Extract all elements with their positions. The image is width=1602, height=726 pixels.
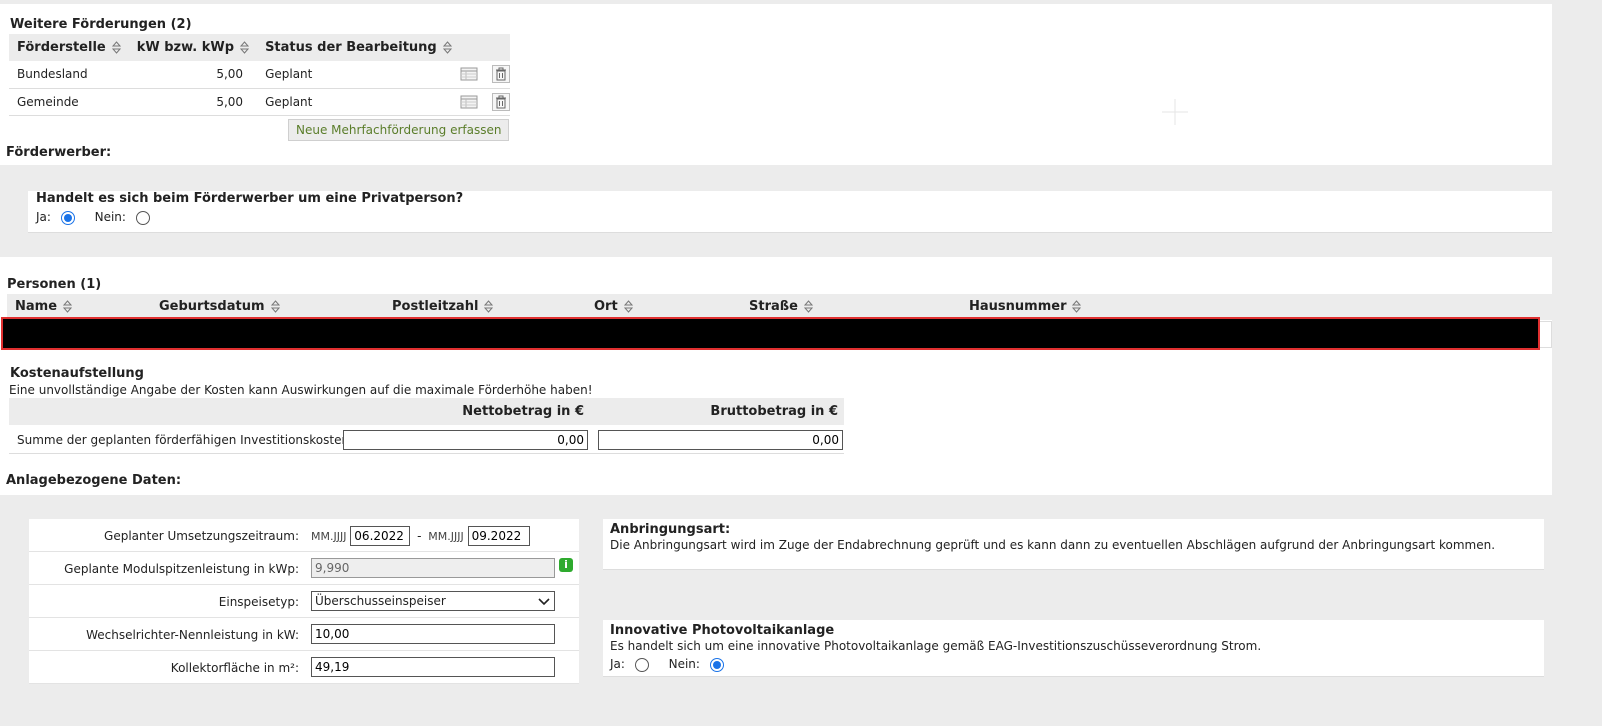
chevron-down-icon	[538, 596, 550, 610]
row-edge	[1540, 321, 1552, 348]
date-format-hint: MM.JJJJ	[311, 530, 347, 543]
date-to-input[interactable]	[467, 526, 530, 546]
modul-label: Geplante Modulspitzenleistung in kWp:	[64, 562, 299, 576]
modul-row: Geplante Modulspitzenleistung in kWp: i	[29, 552, 579, 585]
table-row: Bundesland 5,00 Geplant	[9, 61, 510, 89]
innovativ-text: Es handelt sich um eine innovative Photo…	[610, 639, 1262, 653]
privatperson-question: Handelt es sich beim Förderwerber um ein…	[36, 191, 464, 206]
wechsel-row: Wechselrichter-Nennleistung in kW:	[29, 618, 579, 651]
anbringung-box: Anbringungsart: Die Anbringungsart wird …	[603, 519, 1544, 570]
wechsel-label: Wechselrichter-Nennleistung in kW:	[86, 628, 299, 642]
privatperson-box: Handelt es sich beim Förderwerber um ein…	[28, 191, 1552, 233]
innovativ-ja-radio[interactable]	[634, 657, 649, 672]
date-format-hint: MM.JJJJ	[428, 530, 464, 543]
innovativ-title: Innovative Photovoltaikanlage	[610, 623, 835, 638]
col-brutto: Bruttobetrag in €	[710, 404, 838, 419]
einspeise-row: Einspeisetyp: Überschusseinspeiser	[29, 585, 579, 618]
col-postleitzahl[interactable]: Postleitzahl	[392, 299, 494, 314]
sort-icon	[1072, 300, 1082, 313]
ja-label: Ja:	[36, 210, 51, 224]
col-status[interactable]: Status der Bearbeitung	[257, 34, 460, 61]
sort-icon	[803, 300, 813, 313]
kosten-note: Eine unvollständige Angabe der Kosten ka…	[9, 383, 593, 397]
col-hausnummer[interactable]: Hausnummer	[969, 299, 1082, 314]
umsetzung-row: Geplanter Umsetzungszeitraum: MM.JJJJ - …	[29, 519, 579, 552]
edit-icon[interactable]	[460, 93, 478, 111]
personen-section	[0, 257, 1552, 495]
umsetzung-label: Geplanter Umsetzungszeitraum:	[104, 529, 299, 543]
kosten-header: Nettobetrag in € Bruttobetrag in €	[9, 398, 844, 425]
anbringung-title: Anbringungsart:	[610, 522, 731, 537]
anlage-form: Geplanter Umsetzungszeitraum: MM.JJJJ - …	[29, 519, 579, 684]
date-from-input[interactable]	[350, 526, 411, 546]
sort-icon	[240, 41, 250, 54]
sort-icon	[484, 300, 494, 313]
innovativ-nein-radio[interactable]	[709, 657, 724, 672]
edit-icon[interactable]	[460, 65, 478, 83]
sort-icon	[442, 41, 452, 54]
kosten-row-label: Summe der geplanten förderfähigen Invest…	[17, 433, 350, 447]
col-ort[interactable]: Ort	[594, 299, 633, 314]
date-separator: -	[417, 529, 422, 543]
privatperson-ja-radio[interactable]	[60, 210, 75, 225]
nein-label: Nein:	[94, 210, 126, 224]
col-actions	[459, 34, 510, 61]
info-icon[interactable]: i	[559, 558, 573, 572]
col-kw[interactable]: kW bzw. kWp	[128, 34, 258, 61]
kollektor-row: Kollektorfläche in m²:	[29, 651, 579, 684]
kosten-row: Summe der geplanten förderfähigen Invest…	[9, 426, 844, 454]
sort-icon	[63, 300, 73, 313]
delete-icon[interactable]	[491, 65, 510, 84]
weitere-title: Weitere Förderungen (2)	[10, 17, 192, 32]
weitere-table: Förderstelle kW bzw. kWp Status der Bear…	[9, 34, 510, 116]
ja-label: Ja:	[610, 657, 625, 671]
einspeise-select[interactable]: Überschusseinspeiser	[311, 591, 555, 611]
anlage-title: Anlagebezogene Daten:	[6, 473, 182, 488]
col-name[interactable]: Name	[15, 299, 73, 314]
redacted-person-row[interactable]	[1, 317, 1540, 350]
col-geburtsdatum[interactable]: Geburtsdatum	[159, 299, 280, 314]
personen-title: Personen (1)	[7, 277, 102, 292]
modul-input	[311, 558, 555, 578]
table-row: Gemeinde 5,00 Geplant	[9, 88, 510, 116]
netto-input[interactable]	[343, 430, 588, 450]
innovativ-box: Innovative Photovoltaikanlage Es handelt…	[603, 620, 1544, 677]
kosten-title: Kostenaufstellung	[10, 366, 144, 381]
sort-icon	[623, 300, 633, 313]
anbringung-text: Die Anbringungsart wird im Zuge der Enda…	[610, 538, 1496, 552]
sort-icon	[111, 41, 121, 54]
crosshair-icon	[1162, 99, 1188, 128]
einspeise-label: Einspeisetyp:	[218, 595, 299, 609]
nein-label: Nein:	[668, 657, 700, 671]
col-strasse[interactable]: Straße	[749, 299, 813, 314]
delete-icon[interactable]	[491, 92, 510, 111]
col-netto: Nettobetrag in €	[462, 404, 584, 419]
wechsel-input[interactable]	[311, 624, 555, 644]
kollektor-input[interactable]	[311, 657, 555, 677]
col-foerderstelle[interactable]: Förderstelle	[9, 34, 129, 61]
sort-icon	[270, 300, 280, 313]
brutto-input[interactable]	[598, 430, 843, 450]
kollektor-label: Kollektorfläche in m²:	[170, 661, 299, 675]
foerderwerber-title: Förderwerber:	[6, 145, 112, 160]
new-mehrfachfoerderung-button[interactable]: Neue Mehrfachförderung erfassen	[288, 119, 510, 141]
privatperson-nein-radio[interactable]	[135, 210, 150, 225]
